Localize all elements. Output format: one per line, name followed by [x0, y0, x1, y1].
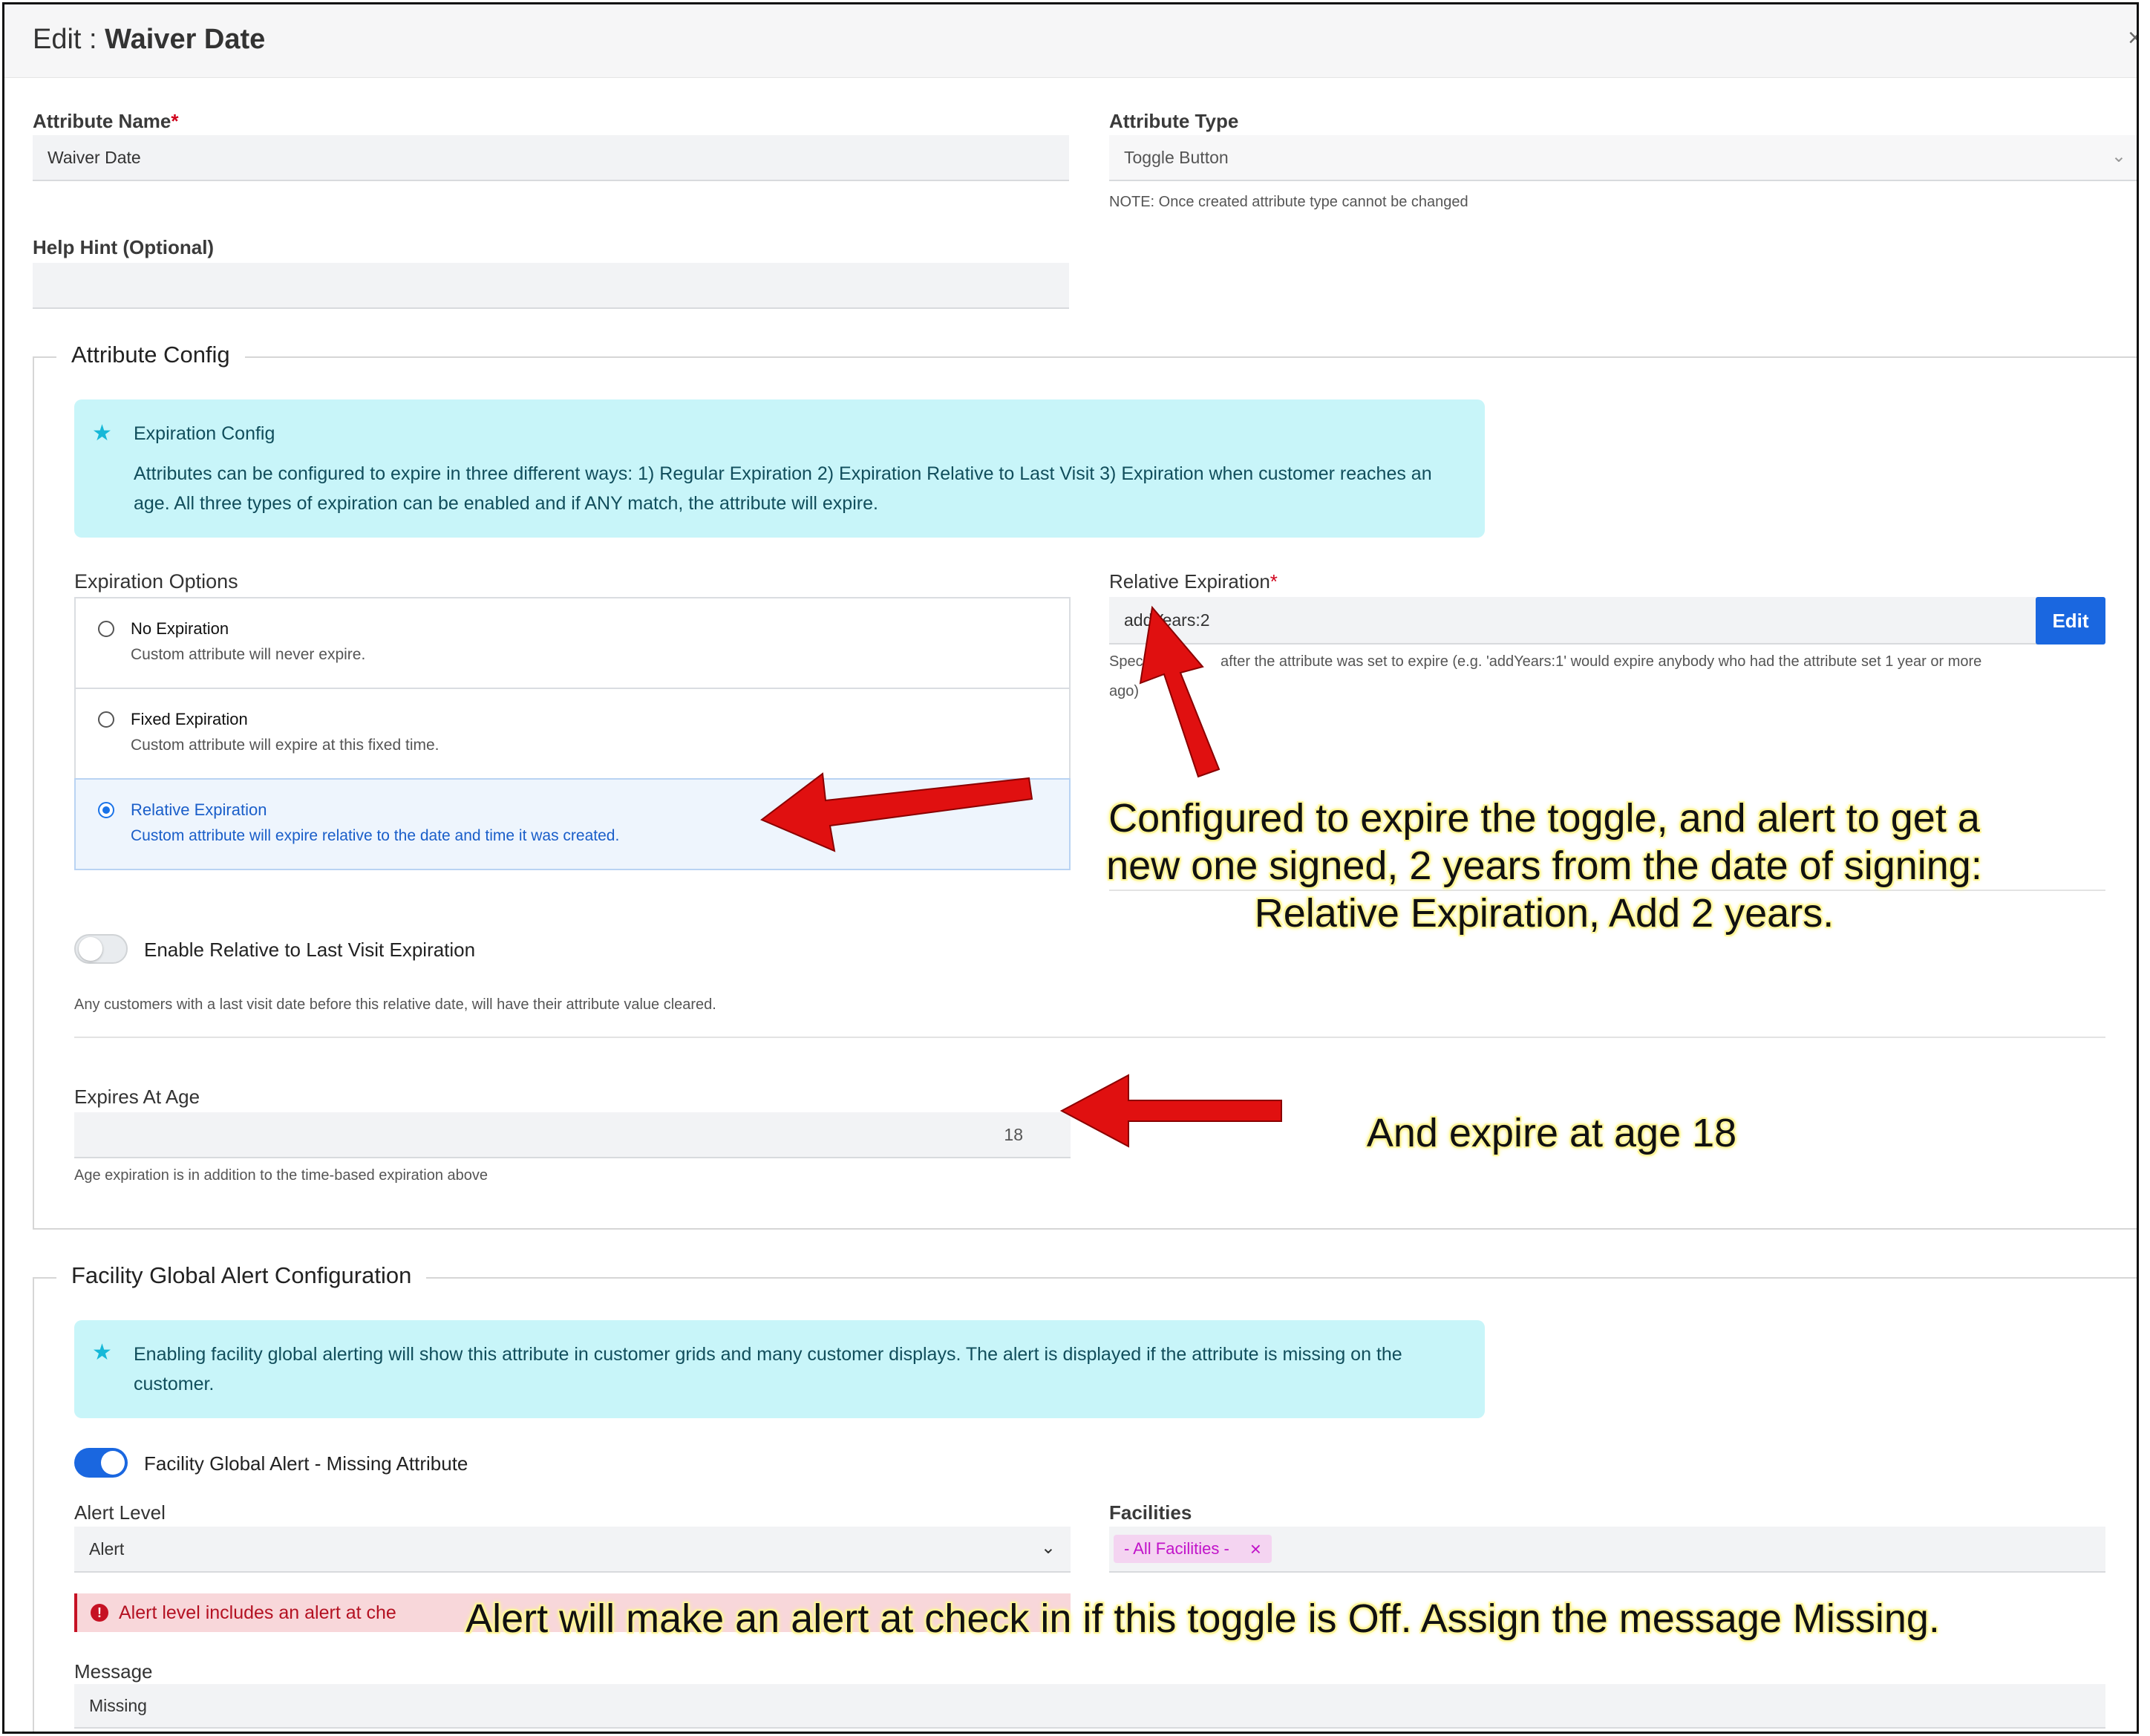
annotation-line: Configured to expire the toggle, and ale…	[1108, 796, 1980, 841]
annotation-line: Relative Expiration, Add 2 years.	[1254, 891, 1834, 936]
annotation-age: And expire at age 18	[1366, 1111, 1737, 1155]
arrow-to-relative-input	[1139, 605, 1221, 778]
annotation-relative: Configured to expire the toggle, and ale…	[1069, 794, 2019, 937]
arrow-to-age-input	[1059, 1074, 1282, 1148]
arrow-to-relative-option	[760, 772, 1033, 852]
annotation-line: new one signed, 2 years from the date of…	[1106, 843, 1982, 888]
annotation-alert: Alert will make an alert at check in if …	[465, 1596, 1940, 1641]
